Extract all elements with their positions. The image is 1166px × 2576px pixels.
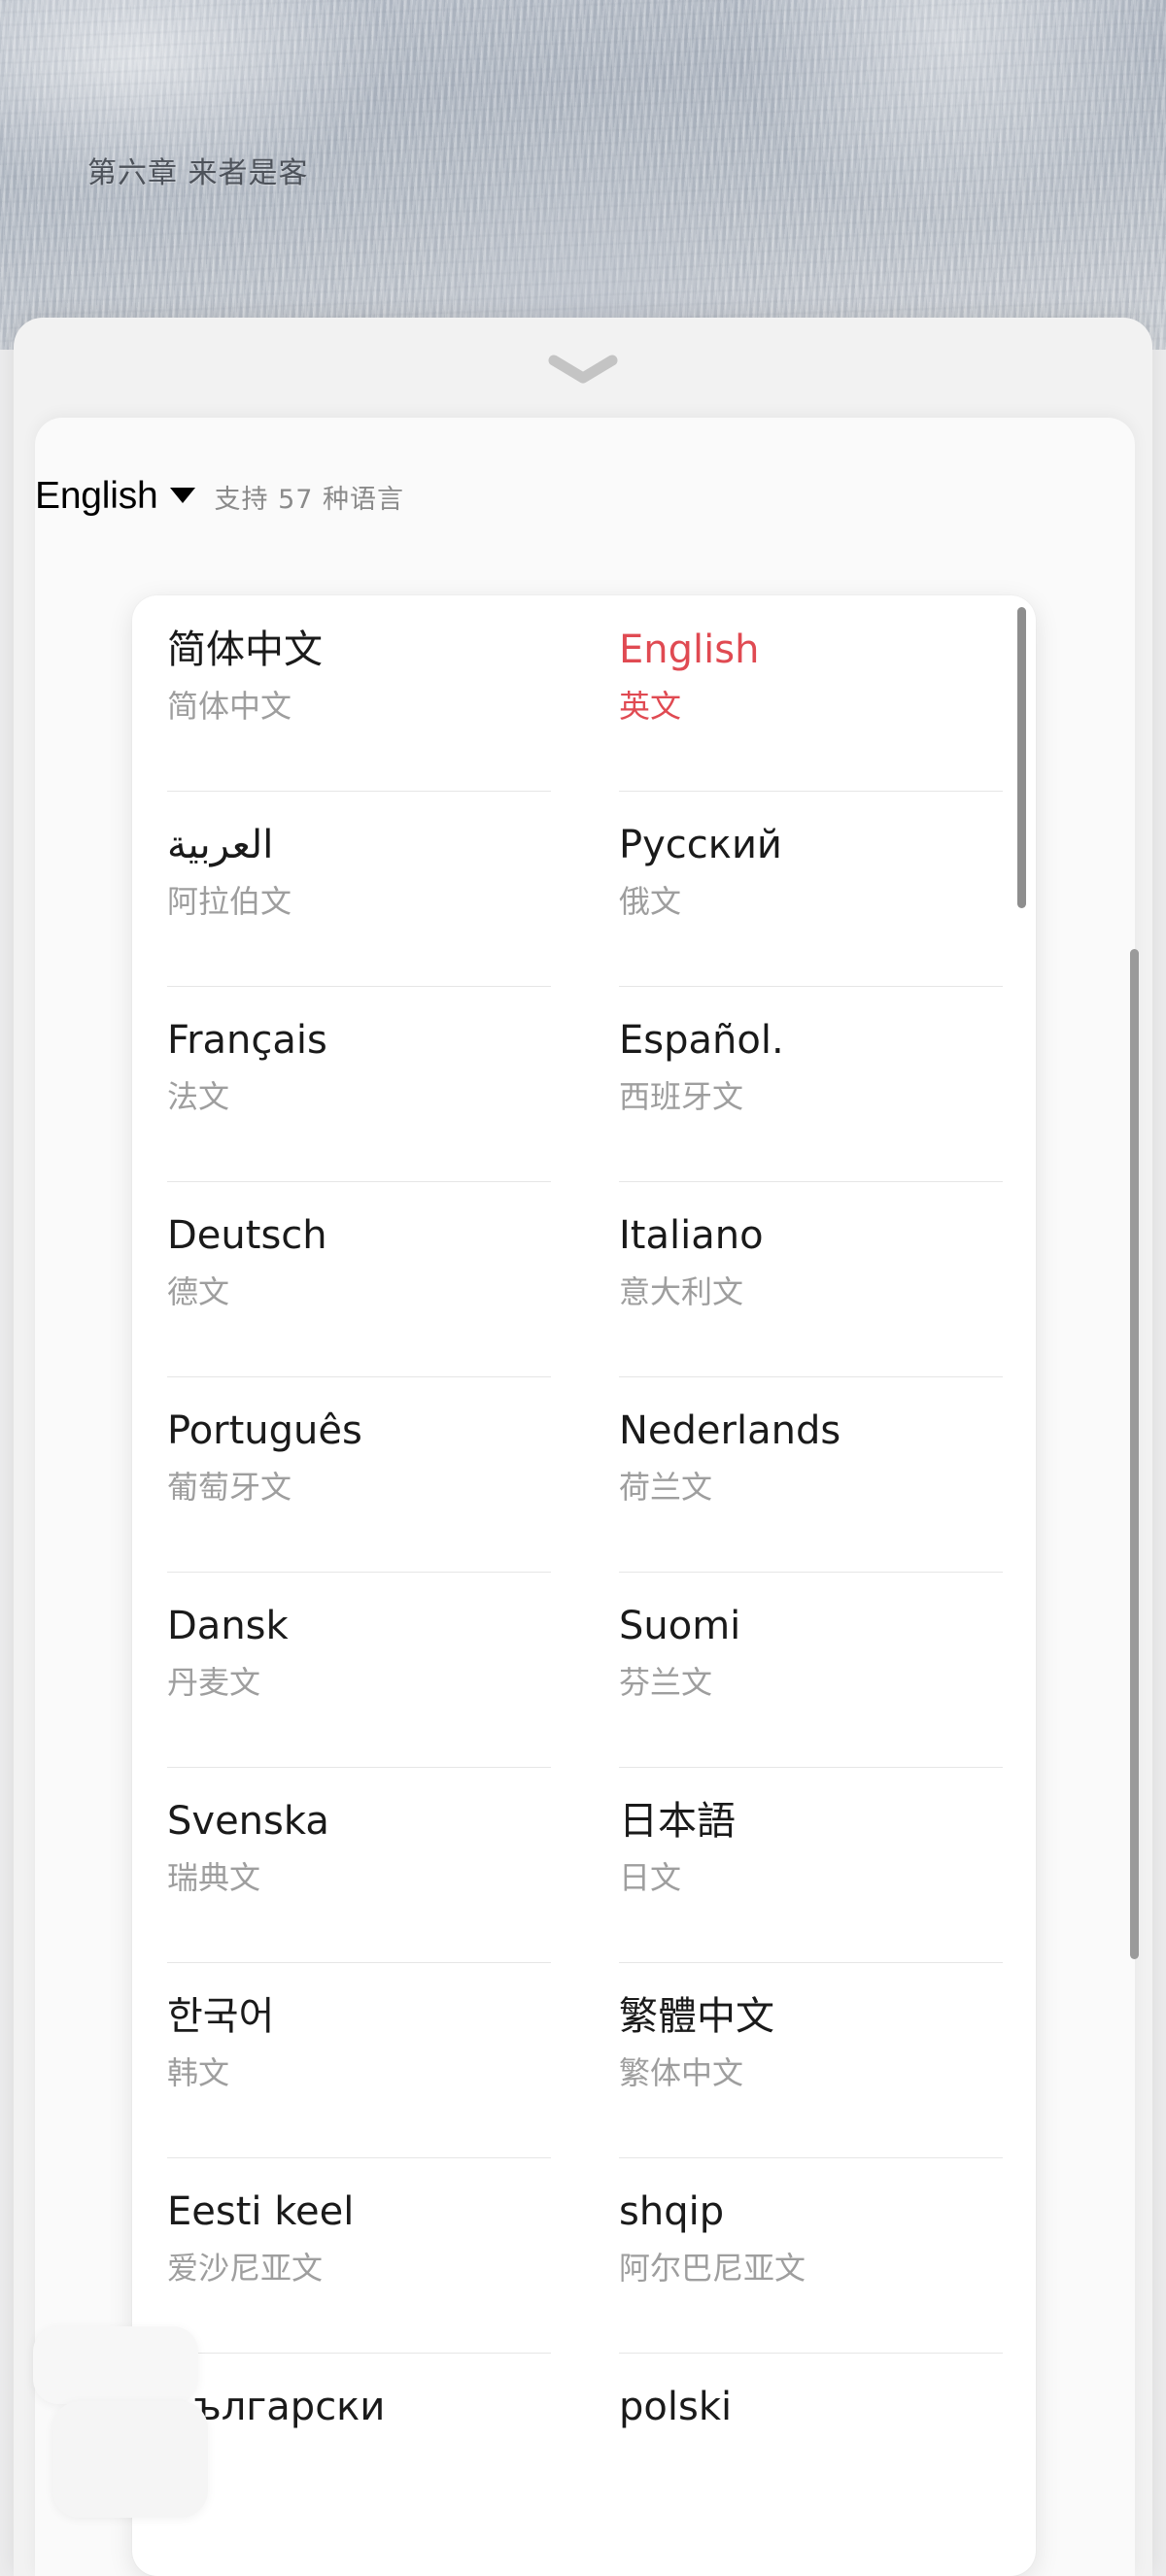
language-chinese-name: 丹麦文	[167, 1663, 261, 1701]
background-card	[33, 2326, 198, 2404]
language-chinese-name: 意大利文	[619, 1272, 744, 1310]
language-native-name: Français	[167, 1018, 327, 1063]
row-divider	[167, 1767, 551, 1768]
reader-background: 第六章 来者是客	[0, 0, 1166, 350]
language-option[interactable]: shqip 阿尔巴尼亚文	[584, 2157, 1036, 2353]
language-native-name: 简体中文	[167, 627, 323, 672]
language-native-name: Português	[167, 1408, 362, 1453]
language-native-name: shqip	[619, 2189, 725, 2234]
language-option[interactable]: English 英文	[584, 595, 1036, 791]
language-row: Deutsch 德文 Italiano 意大利文	[132, 1181, 1036, 1376]
language-native-name: العربية	[167, 823, 274, 867]
language-chinese-name: 芬兰文	[619, 1663, 713, 1701]
app-screen: 第六章 来者是客 English 支持 57 种语言 简体中文 简体中文 Engli…	[0, 0, 1166, 2576]
language-option[interactable]: Español. 西班牙文	[584, 986, 1036, 1181]
language-chinese-name: 英文	[619, 687, 682, 725]
language-native-name: Eesti keel	[167, 2189, 355, 2234]
language-row: 简体中文 简体中文 English 英文	[132, 595, 1036, 791]
language-chinese-name: 荷兰文	[619, 1468, 713, 1506]
language-option[interactable]: Eesti keel 爱沙尼亚文	[132, 2157, 584, 2353]
language-chinese-name: 爱沙尼亚文	[167, 2249, 324, 2287]
row-divider	[619, 1572, 1003, 1573]
language-row: Svenska 瑞典文 日本語日文	[132, 1767, 1036, 1962]
row-divider	[167, 1572, 551, 1573]
language-native-name: English	[619, 627, 760, 672]
row-divider	[167, 2157, 551, 2158]
language-native-name: polski	[619, 2385, 733, 2429]
language-chinese-name: 阿尔巴尼亚文	[619, 2249, 806, 2287]
language-option[interactable]: Português 葡萄牙文	[132, 1376, 584, 1572]
row-divider	[619, 791, 1003, 792]
language-native-name: Русский	[619, 823, 782, 867]
language-row: Français 法文 Español. 西班牙文	[132, 986, 1036, 1181]
language-option[interactable]: polski	[584, 2353, 1036, 2548]
row-divider	[167, 791, 551, 792]
language-option[interactable]: Русский 俄文	[584, 791, 1036, 986]
language-native-name: Deutsch	[167, 1213, 327, 1258]
language-chinese-name: 简体中文	[167, 687, 292, 725]
language-native-name: 한국어	[167, 1994, 275, 2039]
triangle-down-icon[interactable]	[169, 488, 195, 503]
language-native-name: 繁體中文	[619, 1994, 774, 2039]
language-selector-header: English 支持 57 种语言	[35, 475, 404, 518]
row-divider	[619, 1376, 1003, 1377]
language-row: Български polski	[132, 2353, 1036, 2548]
language-option[interactable]: Nederlands 荷兰文	[584, 1376, 1036, 1572]
language-native-name: Italiano	[619, 1213, 764, 1258]
language-chinese-name: 瑞典文	[167, 1858, 261, 1896]
language-option[interactable]: 한국어 韩文	[132, 1962, 584, 2157]
current-language-label[interactable]: English	[35, 475, 158, 518]
row-divider	[167, 2353, 551, 2354]
chapter-title: 第六章 来者是客	[87, 156, 309, 190]
language-native-name: 日本語	[619, 1799, 736, 1844]
background-card	[52, 2401, 208, 2518]
language-row: Dansk 丹麦文 Suomi 芬兰文	[132, 1572, 1036, 1767]
row-divider	[619, 2157, 1003, 2158]
language-chinese-name: 俄文	[619, 882, 682, 920]
supported-language-count: 支持 57 种语言	[214, 485, 405, 515]
row-divider	[167, 1962, 551, 1963]
row-divider	[619, 2353, 1003, 2354]
row-divider	[167, 986, 551, 987]
language-option[interactable]: Svenska 瑞典文	[132, 1767, 584, 1962]
language-grid: 简体中文 简体中文 English 英文 العربية 阿拉伯文 Русский 俄文 Fra…	[132, 595, 1036, 2548]
row-divider	[167, 1376, 551, 1377]
language-option[interactable]: Français 法文	[132, 986, 584, 1181]
language-row: Português 葡萄牙文 Nederlands 荷兰文	[132, 1376, 1036, 1572]
language-option[interactable]: 繁體中文 繁体中文	[584, 1962, 1036, 2157]
language-option[interactable]: العربية 阿拉伯文	[132, 791, 584, 986]
language-chinese-name: 葡萄牙文	[167, 1468, 292, 1506]
row-divider	[619, 1181, 1003, 1182]
row-divider	[619, 1767, 1003, 1768]
language-list-card[interactable]: 简体中文 简体中文 English 英文 العربية 阿拉伯文 Русский 俄文 Fra…	[132, 595, 1036, 2576]
row-divider	[167, 1181, 551, 1182]
language-native-name: Nederlands	[619, 1408, 841, 1453]
language-chinese-name: 西班牙文	[619, 1077, 744, 1115]
language-row: 한국어 韩文 繁體中文繁体中文	[132, 1962, 1036, 2157]
language-native-name: Български	[167, 2385, 386, 2429]
language-chinese-name: 法文	[167, 1077, 230, 1115]
language-option[interactable]: Italiano 意大利文	[584, 1181, 1036, 1376]
language-native-name: Svenska	[167, 1799, 329, 1844]
language-option[interactable]: Deutsch 德文	[132, 1181, 584, 1376]
language-chinese-name: 韩文	[167, 2053, 230, 2091]
language-option[interactable]: 简体中文 简体中文	[132, 595, 584, 791]
language-native-name: Dansk	[167, 1604, 289, 1648]
language-chinese-name: 阿拉伯文	[167, 882, 292, 920]
language-chinese-name: 日文	[619, 1858, 682, 1896]
language-list-scrollbar[interactable]	[1017, 607, 1026, 908]
row-divider	[619, 1962, 1003, 1963]
language-option[interactable]: Dansk 丹麦文	[132, 1572, 584, 1767]
sheet-scrollbar[interactable]	[1130, 949, 1139, 1959]
language-native-name: Suomi	[619, 1604, 741, 1648]
language-chinese-name: 繁体中文	[619, 2053, 744, 2091]
language-chinese-name: 德文	[167, 1272, 230, 1310]
row-divider	[619, 986, 1003, 987]
language-option[interactable]: 日本語 日文	[584, 1767, 1036, 1962]
language-native-name: Español.	[619, 1018, 784, 1063]
language-row: العربية 阿拉伯文 Русский 俄文	[132, 791, 1036, 986]
chevron-down-icon[interactable]	[544, 353, 622, 386]
language-option[interactable]: Suomi 芬兰文	[584, 1572, 1036, 1767]
language-row: Eesti keel 爱沙尼亚文 shqip 阿尔巴尼亚文	[132, 2157, 1036, 2353]
